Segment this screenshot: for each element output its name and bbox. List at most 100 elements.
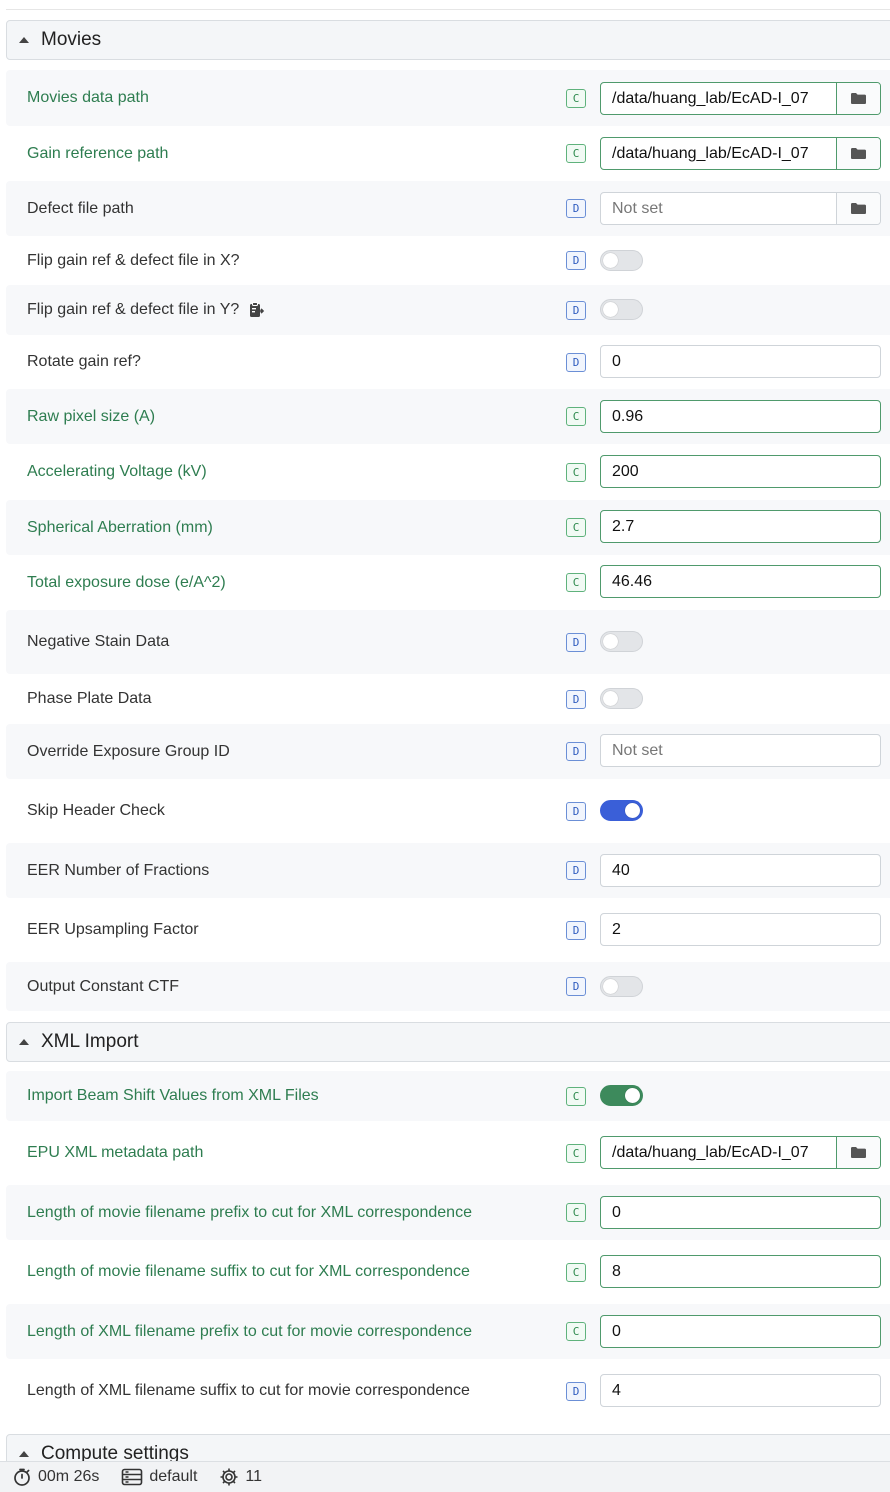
total-exposure-dose-input[interactable]: 46.46 xyxy=(600,565,881,598)
row-import-beam-shift: Import Beam Shift Values from XML Files … xyxy=(6,1071,890,1121)
input-value[interactable]: 2.7 xyxy=(601,518,880,536)
flip-y-toggle[interactable] xyxy=(600,299,643,320)
browse-folder-button[interactable] xyxy=(836,1137,880,1168)
flip-x-toggle[interactable] xyxy=(600,250,643,271)
toggle-knob xyxy=(603,253,618,268)
epu-xml-path-input[interactable]: /data/huang_lab/EcAD-I_07 xyxy=(600,1136,881,1169)
input-value[interactable]: 4 xyxy=(601,1382,880,1400)
accelerating-voltage-input[interactable]: 200 xyxy=(600,455,881,488)
toggle-knob xyxy=(603,634,618,649)
default-badge: D xyxy=(566,1381,586,1401)
spherical-aberration-input[interactable]: 2.7 xyxy=(600,510,881,543)
jobs-count[interactable]: 11 xyxy=(219,1467,262,1487)
row-defect-file-path: Defect file path D Not set xyxy=(6,181,890,236)
row-epu-xml-path: EPU XML metadata path C /data/huang_lab/… xyxy=(6,1121,890,1185)
input-value[interactable]: 200 xyxy=(601,463,880,481)
input-value[interactable]: 46.46 xyxy=(601,573,880,591)
input-value[interactable]: 0.96 xyxy=(601,408,880,426)
input-value[interactable]: /data/huang_lab/EcAD-I_07 xyxy=(601,90,836,108)
input-value[interactable]: /data/huang_lab/EcAD-I_07 xyxy=(601,1144,836,1162)
movies-data-path-input[interactable]: /data/huang_lab/EcAD-I_07 xyxy=(600,82,881,115)
browse-folder-button[interactable] xyxy=(836,83,880,114)
input-value[interactable]: 8 xyxy=(601,1263,880,1281)
input-placeholder[interactable]: Not set xyxy=(601,742,880,760)
toggle-knob xyxy=(603,302,618,317)
gain-reference-path-input[interactable]: /data/huang_lab/EcAD-I_07 xyxy=(600,137,881,170)
skip-header-check-toggle[interactable] xyxy=(600,800,643,821)
row-movie-suffix-cut: Length of movie filename suffix to cut f… xyxy=(6,1240,890,1304)
xml-suffix-cut-input[interactable]: 4 xyxy=(600,1374,881,1407)
field-label: Phase Plate Data xyxy=(27,690,152,707)
input-value[interactable]: 0 xyxy=(601,1204,880,1222)
eer-upsampling-input[interactable]: 2 xyxy=(600,913,881,946)
import-beam-shift-toggle[interactable] xyxy=(600,1085,643,1106)
toggle-knob xyxy=(625,1088,640,1103)
rotate-gain-input[interactable]: 0 xyxy=(600,345,881,378)
row-negative-stain: Negative Stain Data D xyxy=(6,610,890,674)
row-xml-prefix-cut: Length of XML filename prefix to cut for… xyxy=(6,1304,890,1359)
section-title: XML Import xyxy=(41,1031,139,1052)
xml-prefix-cut-input[interactable]: 0 xyxy=(600,1315,881,1348)
default-badge: D xyxy=(566,689,586,709)
changed-badge: C xyxy=(566,144,586,163)
field-label-text: Flip gain ref & defect file in Y? xyxy=(27,301,240,318)
collapse-caret-icon[interactable] xyxy=(19,1039,29,1045)
row-eer-fractions: EER Number of Fractions D 40 xyxy=(6,843,890,898)
collapse-caret-icon[interactable] xyxy=(19,1451,29,1457)
server-icon xyxy=(122,1468,143,1486)
field-label: Defect file path xyxy=(27,199,134,217)
field-label: Spherical Aberration (mm) xyxy=(27,518,213,536)
row-output-constant-ctf: Output Constant CTF D xyxy=(6,962,890,1011)
movie-suffix-cut-input[interactable]: 8 xyxy=(600,1255,881,1288)
raw-pixel-size-input[interactable]: 0.96 xyxy=(600,400,881,433)
field-label: Override Exposure Group ID xyxy=(27,742,230,760)
input-value[interactable]: 40 xyxy=(601,862,880,880)
elapsed-timer: 00m 26s xyxy=(12,1467,99,1487)
field-label: Skip Header Check xyxy=(27,802,165,819)
output-constant-ctf-toggle[interactable] xyxy=(600,976,643,997)
row-flip-y: Flip gain ref & defect file in Y? D xyxy=(6,285,890,335)
input-value[interactable]: 0 xyxy=(601,1323,880,1341)
toggle-knob xyxy=(603,979,618,994)
negative-stain-toggle[interactable] xyxy=(600,631,643,652)
collapse-caret-icon[interactable] xyxy=(19,37,29,43)
field-label: Movies data path xyxy=(27,89,149,106)
browse-folder-button[interactable] xyxy=(836,193,880,224)
browse-folder-button[interactable] xyxy=(836,138,880,169)
top-divider xyxy=(6,9,890,10)
input-value[interactable]: 2 xyxy=(601,921,880,939)
phase-plate-toggle[interactable] xyxy=(600,688,643,709)
eer-fractions-input[interactable]: 40 xyxy=(600,854,881,887)
clipboard-icon[interactable] xyxy=(247,301,265,319)
row-eer-upsampling: EER Upsampling Factor D 2 xyxy=(6,898,890,962)
default-badge: D xyxy=(566,632,586,652)
row-gain-reference-path: Gain reference path C /data/huang_lab/Ec… xyxy=(6,126,890,181)
changed-badge: C xyxy=(566,573,586,592)
folder-icon xyxy=(851,203,866,214)
input-value[interactable]: /data/huang_lab/EcAD-I_07 xyxy=(601,145,836,163)
row-phase-plate: Phase Plate Data D xyxy=(6,674,890,724)
override-exposure-group-input[interactable]: Not set xyxy=(600,734,881,767)
default-badge: D xyxy=(566,742,586,761)
defect-file-path-input[interactable]: Not set xyxy=(600,192,881,225)
changed-badge: C xyxy=(566,407,586,426)
field-label: Length of XML filename prefix to cut for… xyxy=(27,1322,472,1340)
section-header-xml-import[interactable]: XML Import xyxy=(6,1022,890,1062)
changed-badge: C xyxy=(566,1203,586,1222)
section-header-movies[interactable]: Movies xyxy=(6,20,890,60)
field-label: EPU XML metadata path xyxy=(27,1144,204,1161)
profile-selector[interactable]: default xyxy=(121,1468,197,1486)
field-label: Negative Stain Data xyxy=(27,633,170,650)
input-placeholder[interactable]: Not set xyxy=(601,200,836,218)
field-label: Total exposure dose (e/A^2) xyxy=(27,573,226,591)
movie-prefix-cut-input[interactable]: 0 xyxy=(600,1196,881,1229)
changed-badge: C xyxy=(566,518,586,537)
changed-badge: C xyxy=(566,1086,586,1106)
row-spherical-aberration: Spherical Aberration (mm) C 2.7 xyxy=(6,500,890,555)
input-value[interactable]: 0 xyxy=(601,353,880,371)
default-badge: D xyxy=(566,861,586,880)
changed-badge: C xyxy=(566,462,586,482)
gear-icon xyxy=(220,1468,238,1486)
row-accelerating-voltage: Accelerating Voltage (kV) C 200 xyxy=(6,444,890,500)
row-xml-suffix-cut: Length of XML filename suffix to cut for… xyxy=(6,1359,890,1423)
